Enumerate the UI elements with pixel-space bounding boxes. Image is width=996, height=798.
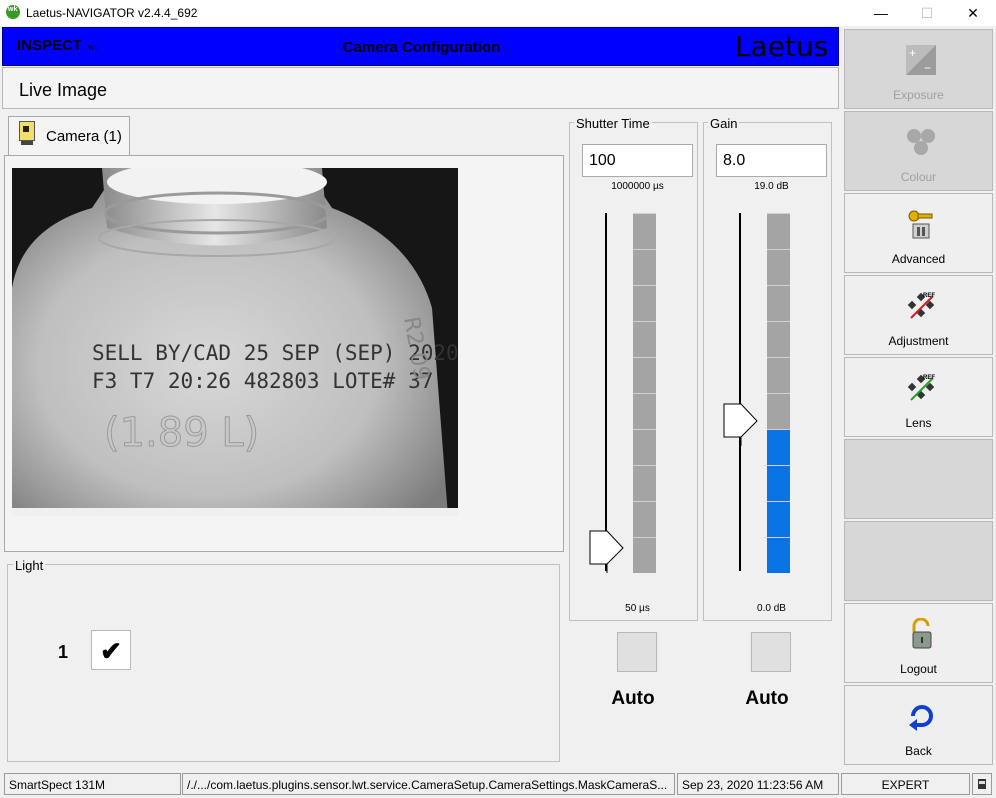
level-segment (767, 357, 790, 393)
status-datetime: Sep 23, 2020 11:23:56 AM (677, 773, 839, 795)
back-button[interactable]: Back (844, 685, 993, 765)
colour-button[interactable]: Colour (844, 111, 993, 191)
gain-slider-track[interactable] (739, 213, 741, 571)
window-title-bar: Laetus-NAVIGATOR v2.4.4_692 — ☐ ✕ (0, 0, 996, 26)
gain-min-label: 0.0 dB (757, 603, 786, 614)
image-text-volume: (1.89 L) (104, 410, 259, 456)
status-keyboard-icon[interactable] (972, 773, 992, 795)
advanced-label: Advanced (891, 252, 946, 266)
gain-auto-checkbox[interactable] (751, 632, 791, 672)
exposure-button[interactable]: + − Exposure (844, 29, 993, 109)
gain-slider-handle[interactable] (723, 403, 759, 447)
live-image-title: Live Image (19, 80, 108, 100)
adjustment-ref-icon: REF (907, 292, 935, 319)
live-image-bar: Live Image (2, 67, 839, 109)
lens-button[interactable]: REF Lens (844, 357, 993, 437)
gain-input[interactable]: 8.0 (716, 144, 827, 177)
empty-sidebar-slot-1 (844, 439, 993, 519)
level-segment (633, 501, 656, 537)
exposure-icon: +− (906, 45, 936, 75)
shutter-auto-checkbox[interactable] (617, 632, 657, 672)
svg-text:REF: REF (923, 293, 935, 299)
level-segment (633, 357, 656, 393)
lens-label: Lens (905, 416, 932, 430)
tab-label: Camera (1) (46, 128, 122, 145)
page-title: Camera Configuration (342, 39, 501, 56)
shutter-slider-track[interactable] (605, 213, 607, 571)
level-segment (633, 537, 656, 573)
colour-circles-icon (907, 129, 935, 155)
app-logo-icon (6, 5, 20, 19)
svg-text:REF: REF (923, 375, 935, 381)
level-segment (767, 537, 790, 573)
camera-stand-icon (21, 141, 33, 145)
app-header: INSPECT wt Camera Configuration Laetus (2, 27, 839, 66)
shutter-max-label: 1000000 µs (611, 181, 664, 192)
level-segment (633, 321, 656, 357)
level-segment (767, 465, 790, 501)
level-segment (767, 321, 790, 357)
shutter-auto-label: Auto (611, 688, 655, 709)
gain-level-bar (767, 213, 790, 573)
back-arrow-icon (909, 705, 933, 731)
status-path: /./.../com.laetus.plugins.sensor.lwt.ser… (182, 773, 675, 795)
gain-legend: Gain (708, 116, 740, 131)
lens-ref-icon: REF (907, 374, 935, 401)
level-segment (767, 429, 790, 465)
level-segment (767, 393, 790, 429)
svg-text:−: − (924, 61, 931, 75)
light-group (7, 564, 560, 762)
back-label: Back (905, 744, 932, 758)
level-segment (633, 213, 656, 249)
image-text-line-2: F3 T7 20:26 482803 LOTE# 37 (92, 369, 433, 393)
minimize-button[interactable]: — (858, 0, 904, 26)
level-segment (767, 249, 790, 285)
gain-max-label: 19.0 dB (754, 181, 789, 192)
level-segment (767, 213, 790, 249)
maximize-button[interactable]: ☐ (904, 0, 950, 26)
status-user-mode: EXPERT (841, 773, 970, 795)
level-segment (633, 393, 656, 429)
tab-camera-1[interactable]: Camera (1) (8, 116, 130, 156)
gain-auto-label: Auto (745, 688, 789, 709)
level-segment (633, 429, 656, 465)
svg-text:+: + (909, 46, 916, 60)
level-segment (767, 285, 790, 321)
shutter-time-input[interactable]: 100 (582, 144, 693, 177)
live-camera-image[interactable]: SELL BY/CAD 25 SEP (SEP) 2020 F3 T7 20:2… (12, 168, 458, 516)
logout-label: Logout (900, 662, 937, 676)
exposure-label: Exposure (893, 88, 944, 102)
empty-sidebar-slot-2 (844, 521, 993, 601)
close-button[interactable]: ✕ (950, 0, 996, 26)
level-segment (767, 501, 790, 537)
camera-image-svg: SELL BY/CAD 25 SEP (SEP) 2020 F3 T7 20:2… (12, 168, 458, 516)
logout-button[interactable]: Logout (844, 603, 993, 683)
adjustment-button[interactable]: REF Adjustment (844, 275, 993, 355)
brand-logo: Laetus (735, 30, 829, 63)
shutter-slider-handle[interactable] (589, 530, 625, 574)
key-tools-icon (908, 210, 933, 239)
light-legend: Light (13, 558, 46, 573)
level-segment (633, 249, 656, 285)
advanced-button[interactable]: Advanced (844, 193, 993, 273)
colour-label: Colour (900, 170, 937, 184)
light-number: 1 (58, 642, 69, 662)
level-segment (633, 465, 656, 501)
padlock-icon (912, 618, 932, 649)
shutter-level-bar (633, 213, 656, 573)
light-1-checkbox[interactable]: ✔ (91, 630, 131, 670)
camera-icon (19, 121, 35, 141)
status-device: SmartSpect 131M (4, 773, 181, 795)
window-title: Laetus-NAVIGATOR v2.4.4_692 (26, 6, 198, 20)
level-segment (633, 285, 656, 321)
shutter-min-label: 50 µs (625, 603, 650, 614)
adjustment-label: Adjustment (888, 334, 949, 348)
shutter-time-legend: Shutter Time (574, 116, 652, 131)
